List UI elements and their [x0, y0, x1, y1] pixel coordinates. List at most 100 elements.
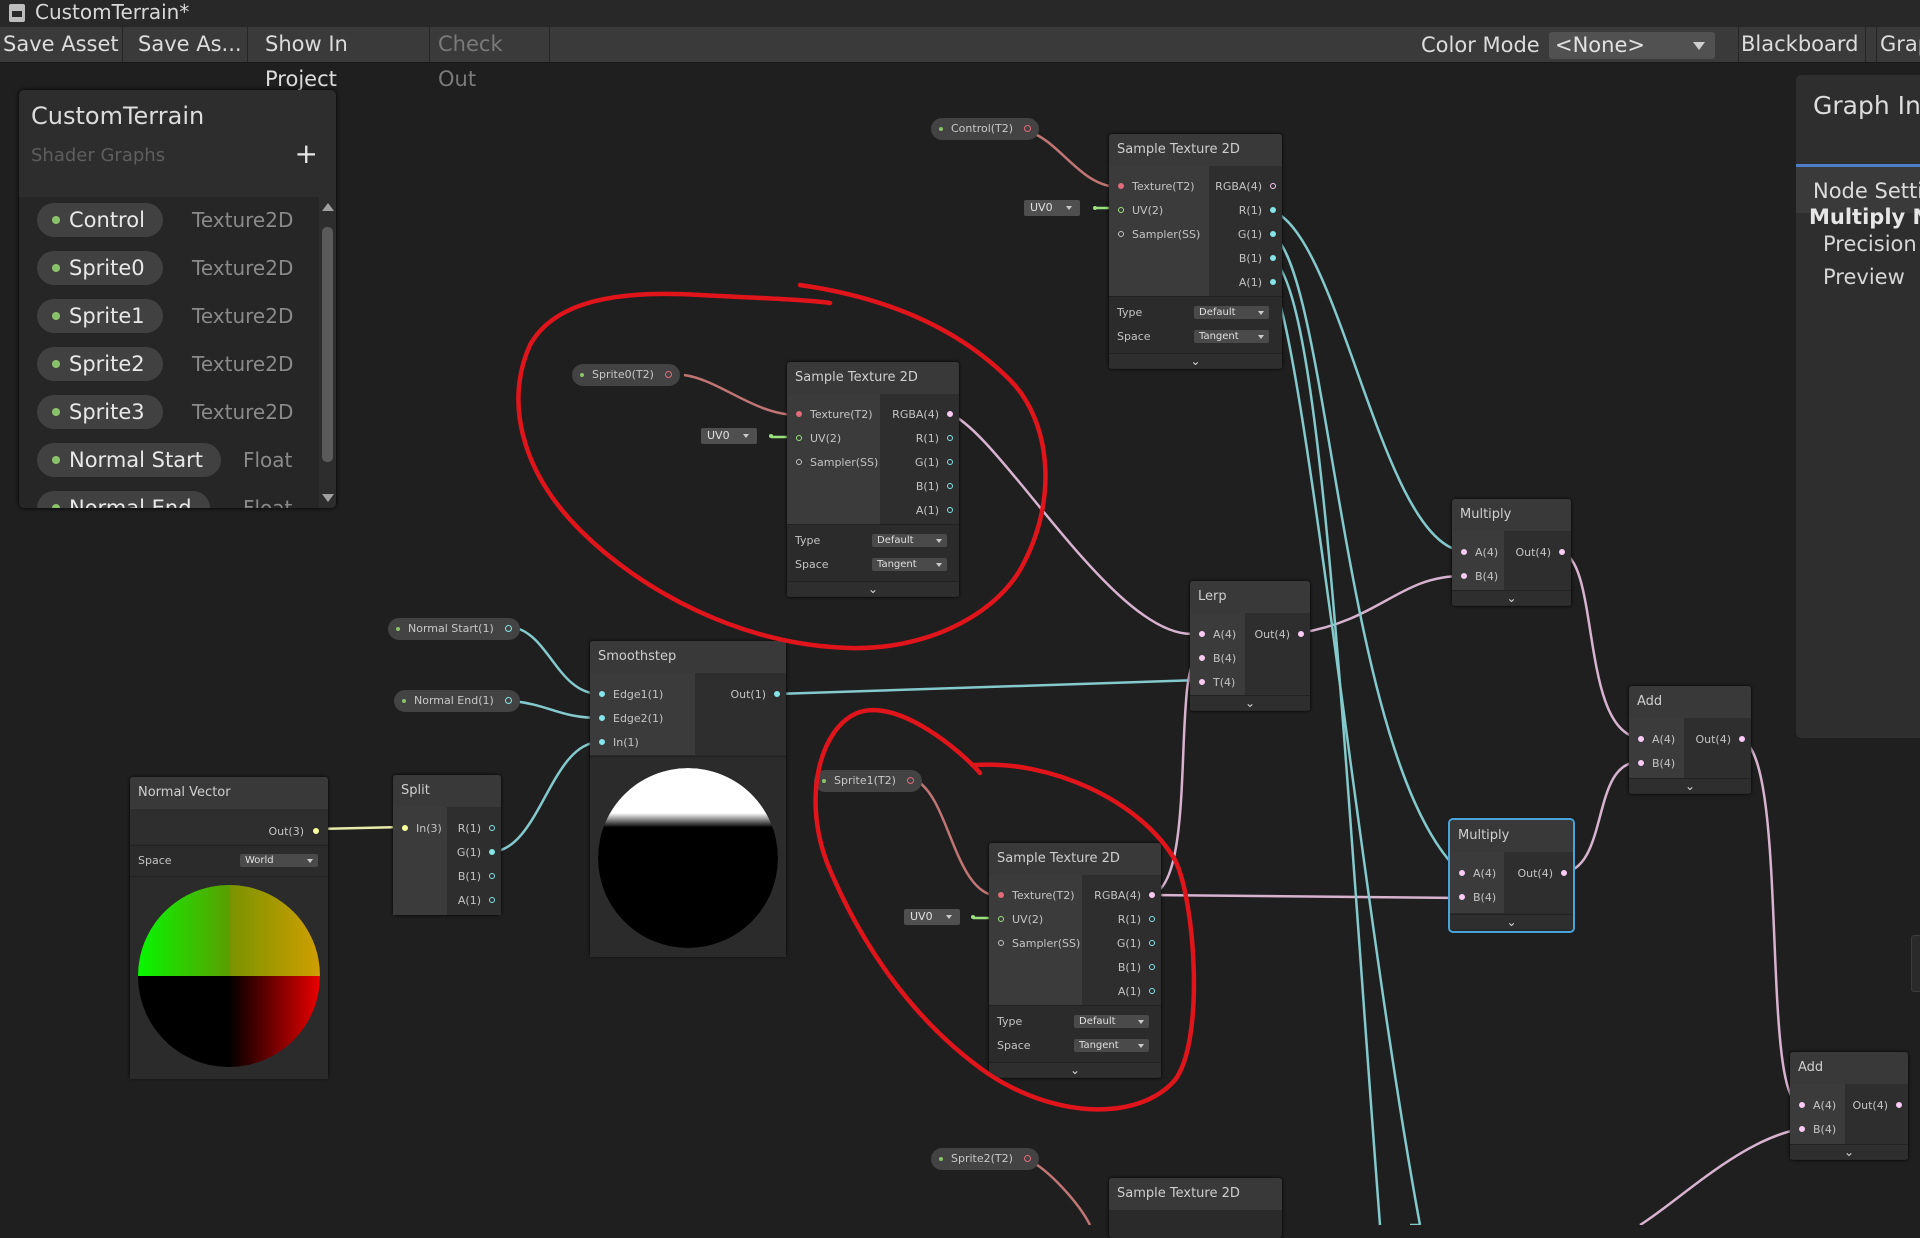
port-dot-icon[interactable] — [1298, 631, 1304, 637]
multiply-node[interactable]: Multiply A(4) B(4) Out(4) ⌄ — [1452, 499, 1571, 606]
node-collapse-bar[interactable]: ⌄ — [1790, 1144, 1908, 1159]
property-row[interactable]: Normal Start Float — [19, 437, 319, 485]
node-title[interactable]: Sample Texture 2D — [1109, 134, 1282, 166]
port-dot-icon[interactable] — [947, 435, 953, 441]
sample-texture-2d-node[interactable]: Sample Texture 2D Texture(T2) UV(2) Samp… — [787, 362, 959, 597]
uv-channel-dropdown[interactable]: UV0 — [701, 428, 757, 444]
sample-texture-2d-node[interactable]: Sample Texture 2D Texture(T2) UV(2) Samp… — [989, 843, 1161, 1078]
port-dot-icon[interactable] — [599, 691, 605, 697]
property-row[interactable]: Sprite0 Texture2D — [19, 245, 319, 293]
port-dot-icon[interactable] — [774, 691, 780, 697]
node-title[interactable]: Multiply — [1452, 499, 1571, 531]
sample-texture-2d-node[interactable]: Sample Texture 2D — [1109, 1178, 1282, 1238]
node-title[interactable]: Smoothstep — [590, 641, 786, 673]
port-dot-icon[interactable] — [1270, 183, 1276, 189]
port-dot-icon[interactable] — [1024, 125, 1032, 132]
port-dot-icon[interactable] — [1270, 255, 1276, 261]
port-dot-icon[interactable] — [1461, 549, 1467, 555]
node-title[interactable]: Multiply — [1450, 820, 1573, 852]
node-collapse-bar[interactable]: ⌄ — [787, 581, 959, 596]
space-dropdown[interactable]: Tangent — [1074, 1039, 1149, 1052]
node-title[interactable]: Sample Texture 2D — [989, 843, 1161, 875]
uv-channel-dropdown[interactable]: UV0 — [1024, 200, 1080, 216]
normal-vector-node[interactable]: Normal Vector Out(3) Space World — [130, 777, 328, 1079]
port-dot-icon[interactable] — [1199, 679, 1205, 685]
port-dot-icon[interactable] — [1270, 279, 1276, 285]
add-node[interactable]: Add A(4) B(4) Out(4) ⌄ — [1629, 686, 1751, 794]
chevron-down-icon[interactable]: ⌄ — [1844, 1146, 1854, 1158]
port-dot-icon[interactable] — [1118, 183, 1124, 189]
port-dot-icon[interactable] — [1739, 736, 1745, 742]
smoothstep-node[interactable]: Smoothstep Edge1(1) Edge2(1) In(1) Out(1… — [590, 641, 786, 957]
port-dot-icon[interactable] — [998, 892, 1004, 898]
port-dot-icon[interactable] — [1149, 916, 1155, 922]
node-collapse-bar[interactable]: ⌄ — [1452, 590, 1571, 605]
scrollbar-thumb[interactable] — [322, 227, 333, 462]
port-dot-icon[interactable] — [1149, 988, 1155, 994]
port-dot-icon[interactable] — [796, 435, 802, 441]
port-dot-icon[interactable] — [1199, 655, 1205, 661]
port-dot-icon[interactable] — [998, 916, 1004, 922]
port-dot-icon[interactable] — [1149, 940, 1155, 946]
port-dot-icon[interactable] — [1118, 207, 1124, 213]
port-dot-icon[interactable] — [1149, 964, 1155, 970]
port-dot-icon[interactable] — [1270, 231, 1276, 237]
chevron-down-icon[interactable]: ⌄ — [1070, 1064, 1080, 1076]
property-pill[interactable]: Sprite2 — [37, 347, 163, 381]
uv-port-icon[interactable] — [1093, 206, 1097, 210]
plus-icon[interactable]: + — [295, 140, 318, 168]
port-dot-icon[interactable] — [947, 411, 953, 417]
sprite1-property-node[interactable]: Sprite1(T2) — [814, 770, 922, 792]
scroll-down-icon[interactable] — [322, 494, 334, 502]
port-dot-icon[interactable] — [947, 459, 953, 465]
offscreen-node[interactable] — [1911, 935, 1920, 992]
blackboard-scrollbar[interactable] — [319, 197, 336, 508]
split-node[interactable]: Split In(3) R(1) G(1) B(1) A(1) — [393, 775, 501, 915]
node-title[interactable]: Add — [1629, 686, 1751, 718]
type-dropdown[interactable]: Default — [1194, 306, 1269, 319]
port-dot-icon[interactable] — [1199, 631, 1205, 637]
chevron-down-icon[interactable]: ⌄ — [1507, 592, 1517, 604]
port-dot-icon[interactable] — [906, 777, 914, 784]
port-dot-icon[interactable] — [1118, 231, 1124, 237]
chevron-down-icon[interactable]: ⌄ — [1507, 916, 1517, 928]
port-dot-icon[interactable] — [796, 411, 802, 417]
node-title[interactable]: Sample Texture 2D — [787, 362, 959, 394]
space-dropdown[interactable]: Tangent — [1194, 330, 1269, 343]
node-title[interactable]: Split — [393, 775, 501, 807]
port-dot-icon[interactable] — [599, 739, 605, 745]
node-collapse-bar[interactable]: ⌄ — [1450, 914, 1573, 929]
port-dot-icon[interactable] — [489, 825, 495, 831]
port-dot-icon[interactable] — [998, 940, 1004, 946]
port-dot-icon[interactable] — [1459, 870, 1465, 876]
port-dot-icon[interactable] — [1023, 1155, 1031, 1162]
type-dropdown[interactable]: Default — [1074, 1015, 1149, 1028]
port-dot-icon[interactable] — [1559, 549, 1565, 555]
node-collapse-bar[interactable]: ⌄ — [1190, 695, 1310, 710]
port-dot-icon[interactable] — [504, 697, 512, 704]
port-dot-icon[interactable] — [1270, 207, 1276, 213]
multiply-node-selected[interactable]: Multiply A(4) B(4) Out(4) ⌄ — [1448, 818, 1575, 933]
port-dot-icon[interactable] — [1896, 1102, 1902, 1108]
port-dot-icon[interactable] — [1638, 736, 1644, 742]
property-row[interactable]: Normal End Float — [19, 485, 319, 508]
port-dot-icon[interactable] — [599, 715, 605, 721]
sprite2-property-node[interactable]: Sprite2(T2) — [931, 1148, 1039, 1170]
chevron-down-icon[interactable]: ⌄ — [868, 583, 878, 595]
port-dot-icon[interactable] — [1638, 760, 1644, 766]
port-dot-icon[interactable] — [1461, 573, 1467, 579]
property-row[interactable]: Sprite3 Texture2D — [19, 389, 319, 437]
type-dropdown[interactable]: Default — [872, 534, 947, 547]
port-dot-icon[interactable] — [1799, 1126, 1805, 1132]
add-node[interactable]: Add A(4) B(4) Out(4) ⌄ — [1790, 1052, 1908, 1160]
inspector-item-preview[interactable]: Preview — [1823, 265, 1905, 289]
normal-start-property-node[interactable]: Normal Start(1) — [388, 618, 520, 640]
property-pill[interactable]: Normal Start — [37, 443, 221, 477]
space-dropdown[interactable]: Tangent — [872, 558, 947, 571]
inspector-item-precision[interactable]: Precision — [1823, 232, 1917, 256]
scroll-up-icon[interactable] — [322, 203, 334, 211]
property-row[interactable]: Control Texture2D — [19, 197, 319, 245]
port-dot-icon[interactable] — [504, 625, 512, 632]
port-dot-icon[interactable] — [947, 507, 953, 513]
property-pill[interactable]: Control — [37, 203, 163, 237]
